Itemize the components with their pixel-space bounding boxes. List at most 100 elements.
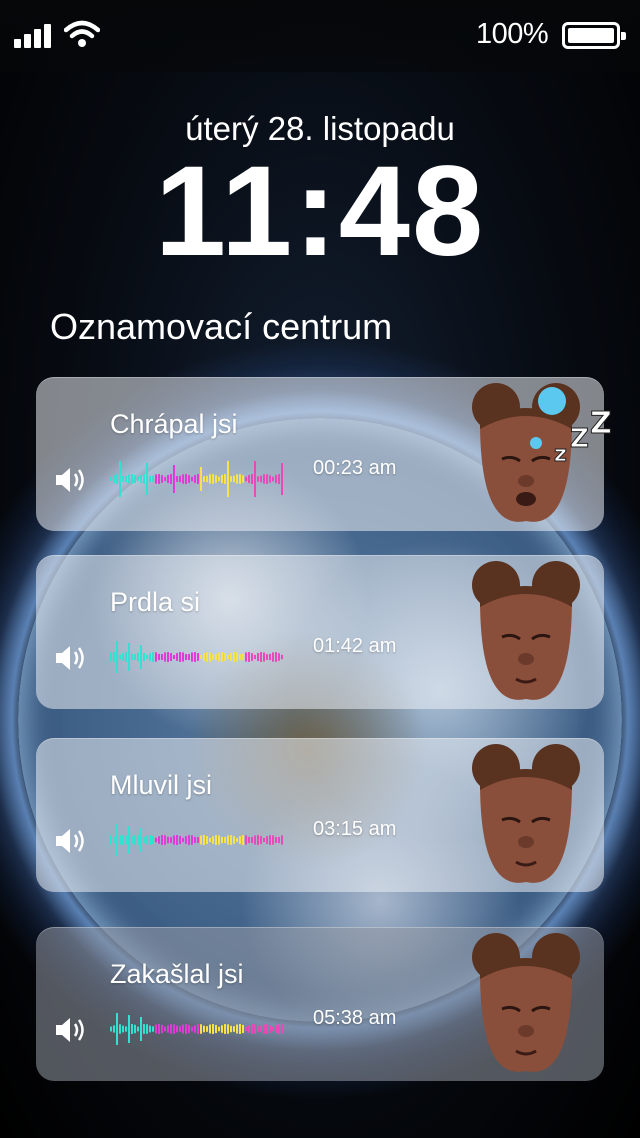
waveform-bar: [143, 474, 145, 484]
waveform-bar: [146, 835, 148, 845]
waveform-bar: [212, 1024, 214, 1034]
waveform-bar: [131, 474, 133, 484]
waveform-bar: [197, 653, 199, 661]
waveform-bar: [155, 474, 157, 484]
waveform-bar: [257, 835, 259, 845]
waveform-bar: [146, 463, 148, 495]
waveform-bar: [233, 475, 235, 483]
notification-card[interactable]: Prdla si 01:42 am: [36, 555, 604, 709]
notification-title: Chrápal jsi: [110, 409, 238, 439]
waveform-bar: [122, 653, 124, 661]
waveform-bar: [248, 474, 250, 484]
waveform-bar: [245, 652, 247, 662]
waveform-bar: [197, 474, 199, 484]
waveform-bar: [182, 837, 184, 843]
waveform-bar: [263, 1024, 265, 1034]
waveform-bar: [242, 835, 244, 845]
svg-text:z: z: [554, 442, 567, 465]
notification-title: Mluvil jsi: [110, 770, 213, 800]
waveform-bar: [134, 835, 136, 845]
waveform-bar: [188, 1024, 190, 1034]
status-bar: 100%: [0, 0, 640, 72]
notification-card[interactable]: Chrápal jsi 00:23 am z Z Z: [36, 377, 612, 531]
notification-time: 01:42 am: [313, 635, 397, 657]
waveform-bar: [167, 652, 169, 662]
waveform-bar: [266, 836, 268, 844]
waveform-bar: [176, 835, 178, 845]
notification-center-title: Oznamovací centrum: [50, 306, 393, 347]
waveform-bar: [251, 1024, 253, 1034]
waveform-bar: [251, 836, 253, 844]
waveform-bar: [179, 1026, 181, 1032]
waveform-bar: [239, 836, 241, 844]
waveform-bar: [140, 1017, 142, 1041]
waveform-bar: [170, 474, 172, 484]
svg-text:Z: Z: [590, 406, 612, 441]
waveform-bar: [260, 836, 262, 844]
waveform-bar: [170, 837, 172, 843]
waveform-bar: [188, 475, 190, 483]
waveform-bar: [140, 828, 142, 852]
waveform-bar: [131, 653, 133, 661]
notification-time: 00:23 am: [313, 457, 397, 479]
waveform-bar: [230, 835, 232, 845]
speaker-icon: [56, 829, 84, 853]
notification-card[interactable]: Mluvil jsi 03:15 am: [36, 738, 604, 892]
memoji-avatar: [472, 561, 580, 700]
waveform-bar: [179, 835, 181, 845]
waveform-bar: [269, 475, 271, 483]
waveform-bar: [260, 1026, 262, 1032]
waveform-bar: [233, 836, 235, 844]
waveform-bar: [143, 653, 145, 661]
waveform-bar: [239, 474, 241, 484]
svg-text:Z: Z: [570, 424, 589, 454]
waveform-bar: [164, 652, 166, 662]
waveform-bar: [119, 654, 121, 660]
waveform-bar: [257, 652, 259, 662]
waveform-bar: [149, 476, 151, 482]
waveform-bar: [209, 837, 211, 843]
waveform-bar: [275, 474, 277, 484]
waveform-bar: [227, 835, 229, 845]
notification-title: Prdla si: [110, 587, 201, 617]
waveform-bar: [167, 1025, 169, 1033]
waveform-bar: [176, 1025, 178, 1033]
waveform-bar: [245, 1026, 247, 1032]
waveform-bar: [197, 837, 199, 843]
waveform-bar: [272, 652, 274, 662]
waveform-bar: [119, 835, 121, 845]
audio-waveform: [110, 1013, 283, 1045]
notification-card[interactable]: Zakašlal jsi 05:38 am: [36, 927, 604, 1081]
waveform-bar: [113, 475, 115, 483]
waveform-bar: [134, 475, 136, 483]
avatar-shape: [518, 475, 534, 487]
waveform-bar: [260, 475, 262, 483]
waveform-bar: [185, 653, 187, 661]
waveform-bar: [167, 474, 169, 484]
waveform-bar: [161, 835, 163, 845]
waveform-bar: [173, 835, 175, 845]
waveform-bar: [152, 835, 154, 845]
waveform-bar: [203, 653, 205, 661]
waveform-bar: [269, 653, 271, 661]
waveform-bar: [158, 653, 160, 661]
waveform-bar: [278, 1024, 280, 1034]
waveform-bar: [191, 1026, 193, 1032]
memoji-avatar: [472, 744, 580, 883]
waveform-bar: [218, 835, 220, 845]
waveform-bar: [161, 654, 163, 660]
notification-time: 05:38 am: [313, 1007, 397, 1029]
wifi-icon: [64, 20, 100, 47]
waveform-bar: [272, 835, 274, 845]
avatar-shape: [530, 437, 542, 449]
waveform-bar: [149, 653, 151, 661]
waveform-bar: [248, 836, 250, 844]
waveform-bar: [152, 475, 154, 483]
waveform-bar: [248, 1025, 250, 1033]
waveform-bar: [122, 475, 124, 483]
waveform-bar: [272, 476, 274, 482]
waveform-bar: [149, 1025, 151, 1033]
notification-title: Zakašlal jsi: [110, 959, 244, 989]
waveform-bar: [113, 652, 115, 662]
zzz-icon: z Z Z: [554, 406, 613, 466]
